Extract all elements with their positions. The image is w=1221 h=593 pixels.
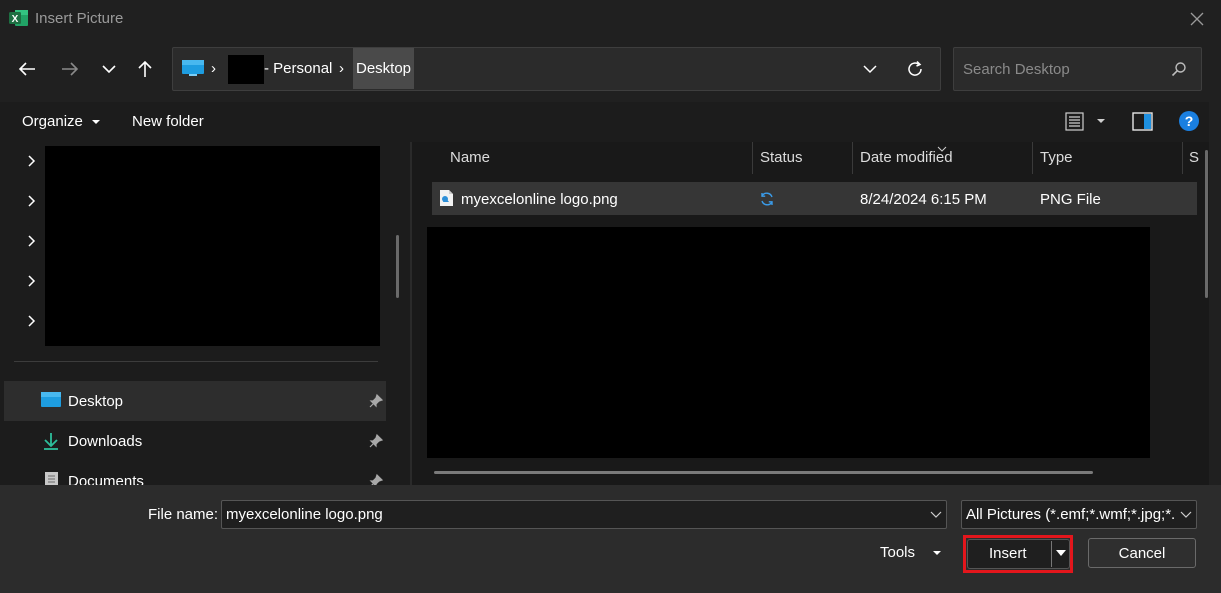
chevron-right-icon bbox=[28, 315, 36, 327]
column-header-status[interactable]: Status bbox=[760, 149, 803, 169]
insert-options-button[interactable] bbox=[1054, 546, 1068, 560]
file-type-filter-value: All Pictures (*.emf;*.wmf;*.jpg;*.j bbox=[966, 506, 1174, 523]
tree-expander[interactable] bbox=[20, 269, 44, 293]
cancel-button[interactable]: Cancel bbox=[1088, 538, 1196, 568]
download-icon bbox=[40, 431, 62, 451]
chevron-down-icon bbox=[930, 511, 942, 518]
navigation-scrollbar[interactable] bbox=[396, 235, 399, 298]
tools-button[interactable]: Tools bbox=[872, 538, 952, 568]
caret-down-icon bbox=[1056, 550, 1066, 556]
split-divider bbox=[1051, 541, 1052, 567]
sync-icon bbox=[759, 191, 775, 207]
desktop-pc-icon bbox=[181, 59, 205, 77]
refresh-icon bbox=[908, 60, 922, 76]
divider bbox=[14, 361, 378, 362]
preview-pane-button[interactable] bbox=[1130, 107, 1156, 137]
refresh-button[interactable] bbox=[900, 55, 930, 83]
caret-down-icon bbox=[933, 551, 941, 555]
breadcrumb-desktop[interactable]: Desktop bbox=[353, 48, 414, 89]
change-view-button[interactable] bbox=[1060, 107, 1112, 137]
documents-icon bbox=[40, 471, 62, 485]
column-divider[interactable] bbox=[752, 142, 753, 174]
column-divider[interactable] bbox=[852, 142, 853, 174]
chevron-right-icon bbox=[28, 235, 36, 247]
close-button[interactable] bbox=[1180, 4, 1214, 34]
close-icon bbox=[1190, 12, 1204, 26]
horizontal-scrollbar[interactable] bbox=[434, 471, 1093, 474]
preview-pane-icon bbox=[1132, 112, 1153, 131]
arrow-right-icon bbox=[62, 62, 79, 76]
chevron-right-icon bbox=[28, 275, 36, 287]
chevron-right-icon bbox=[28, 155, 36, 167]
title-bar bbox=[0, 0, 1221, 38]
forward-button[interactable] bbox=[53, 52, 87, 86]
column-header-date-modified[interactable]: Date modified bbox=[860, 149, 953, 169]
organize-button[interactable]: Organize bbox=[14, 107, 109, 137]
window-title: Insert Picture bbox=[35, 10, 124, 27]
tree-expander[interactable] bbox=[20, 189, 44, 213]
search-icon bbox=[1170, 60, 1188, 78]
vertical-scrollbar[interactable] bbox=[1205, 150, 1208, 298]
png-file-icon bbox=[439, 189, 454, 207]
pin-icon[interactable] bbox=[368, 393, 384, 409]
sidebar-item-label: Desktop bbox=[68, 393, 124, 410]
insert-label: Insert bbox=[989, 545, 1027, 562]
tree-expander[interactable] bbox=[20, 309, 44, 333]
breadcrumb-separator: › bbox=[211, 60, 216, 77]
list-view-icon bbox=[1065, 112, 1105, 131]
file-name-label: File name: bbox=[148, 506, 219, 523]
help-button[interactable]: ? bbox=[1176, 108, 1202, 134]
desktop-folder-icon bbox=[40, 391, 62, 411]
svg-text:X: X bbox=[12, 14, 19, 25]
excel-icon: X bbox=[9, 9, 29, 27]
date-modified-cell: 8/24/2024 6:15 PM bbox=[860, 191, 987, 208]
pin-icon[interactable] bbox=[368, 473, 384, 485]
column-divider[interactable] bbox=[1182, 142, 1183, 174]
tree-expander[interactable] bbox=[20, 149, 44, 173]
file-name-value: myexcelonline logo.png bbox=[226, 506, 383, 523]
breadcrumb-personal[interactable]: - Personal bbox=[264, 60, 332, 77]
back-button[interactable] bbox=[10, 52, 44, 86]
search-placeholder: Search Desktop bbox=[963, 61, 1070, 78]
tools-label: Tools bbox=[880, 544, 916, 561]
tree-expander[interactable] bbox=[20, 229, 44, 253]
chevron-down-icon bbox=[863, 65, 877, 74]
column-header-name[interactable]: Name bbox=[450, 149, 490, 169]
chevron-down-icon bbox=[1178, 507, 1194, 521]
svg-text:?: ? bbox=[1185, 113, 1194, 129]
redacted-user-name bbox=[228, 55, 264, 84]
type-cell: PNG File bbox=[1040, 191, 1101, 208]
help-icon: ? bbox=[1179, 111, 1199, 131]
pin-icon[interactable] bbox=[368, 433, 384, 449]
chevron-down-icon bbox=[102, 65, 116, 74]
address-history-button[interactable] bbox=[855, 55, 885, 83]
sidebar-item-label: Documents bbox=[68, 473, 144, 485]
new-folder-button[interactable]: New folder bbox=[124, 107, 212, 137]
file-name-dropdown-button[interactable] bbox=[928, 507, 944, 521]
file-name-cell: myexcelonline logo.png bbox=[461, 191, 618, 208]
up-button[interactable] bbox=[128, 52, 162, 86]
redacted-tree-items bbox=[45, 146, 380, 346]
chevron-right-icon bbox=[28, 195, 36, 207]
arrow-left-icon bbox=[18, 62, 35, 76]
arrow-up-icon bbox=[138, 60, 152, 77]
caret-down-icon bbox=[92, 120, 101, 125]
column-header-size[interactable]: S bbox=[1189, 149, 1204, 169]
sidebar-item-label: Downloads bbox=[68, 433, 143, 450]
breadcrumb-separator: › bbox=[339, 60, 344, 77]
organize-label: Organize bbox=[22, 113, 83, 130]
column-divider[interactable] bbox=[1032, 142, 1033, 174]
recent-locations-button[interactable] bbox=[92, 52, 126, 86]
redacted-file-items bbox=[427, 227, 1150, 458]
column-header-type[interactable]: Type bbox=[1040, 149, 1073, 169]
